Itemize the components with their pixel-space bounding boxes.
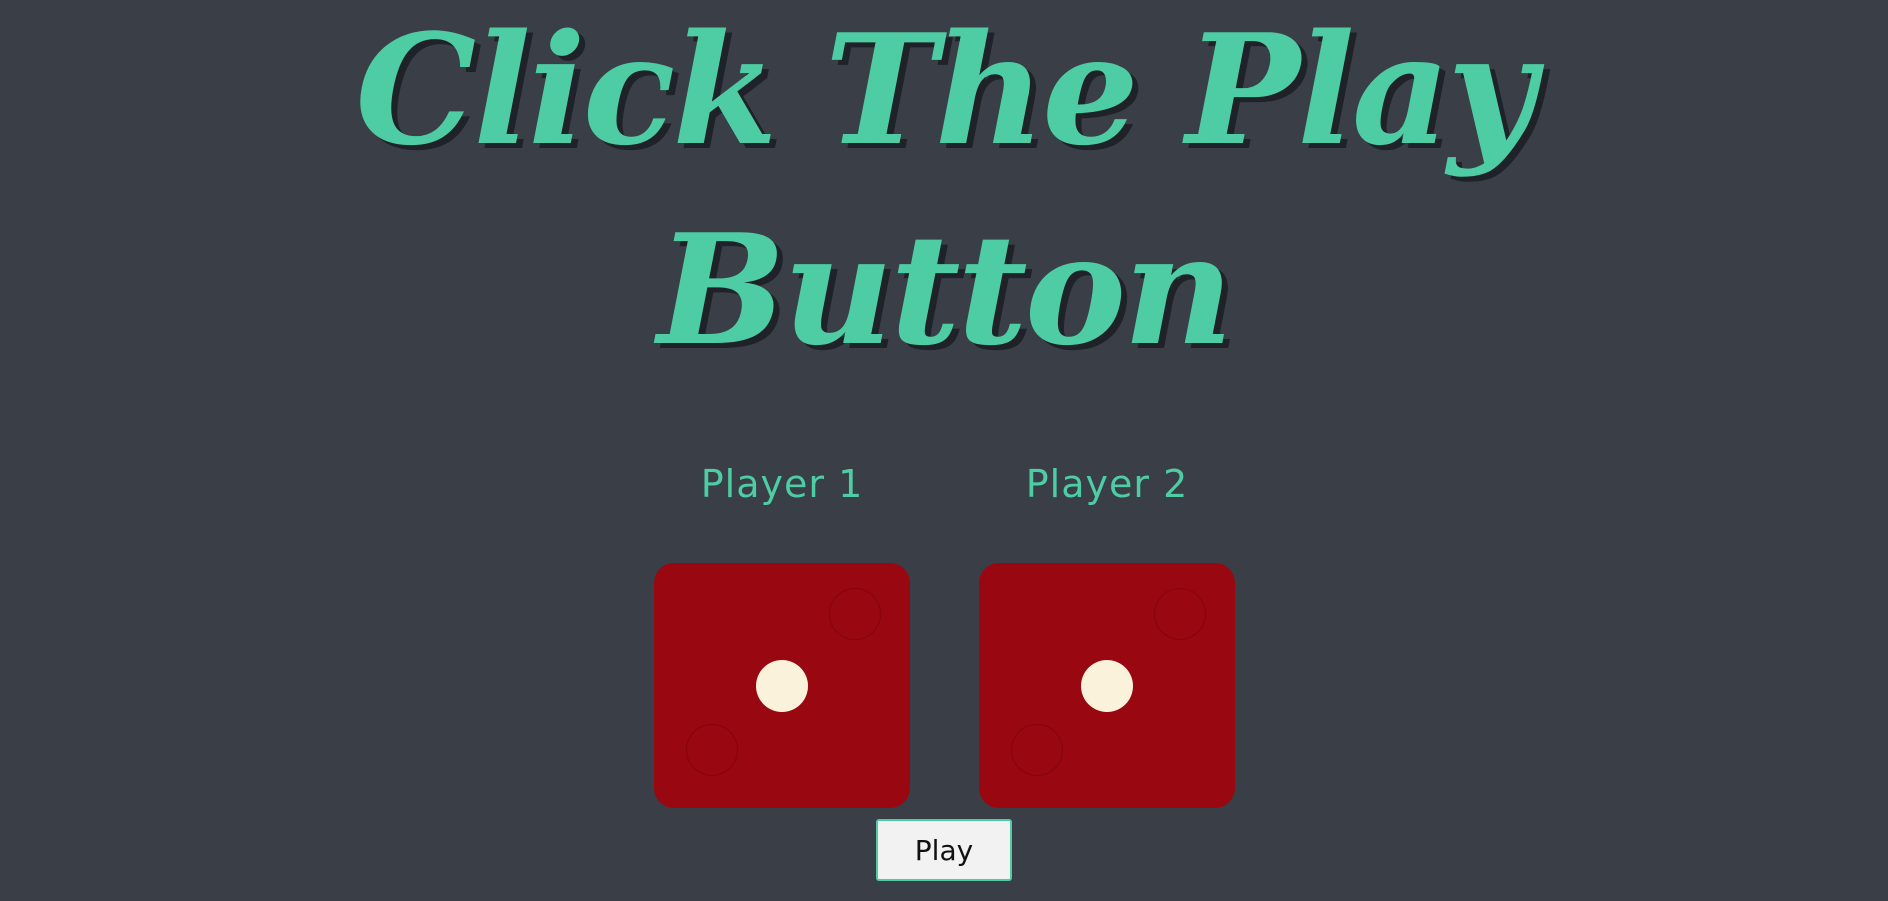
play-button[interactable]: Play — [876, 819, 1012, 881]
die-pip — [1081, 660, 1133, 712]
page-title-line-2: Button — [657, 200, 1233, 379]
player-1-label: Player 1 — [700, 462, 864, 506]
die-pip — [756, 660, 808, 712]
die-ghost-pip — [1011, 724, 1063, 776]
player-2-label: Player 2 — [1025, 462, 1189, 506]
die-ghost-pip — [829, 588, 881, 640]
die-ghost-pip — [686, 724, 738, 776]
die-ghost-pip — [1154, 588, 1206, 640]
player-2-die — [979, 563, 1235, 808]
page-title-line-1: Click The Play — [355, 0, 1535, 179]
player-1-die — [654, 563, 910, 808]
